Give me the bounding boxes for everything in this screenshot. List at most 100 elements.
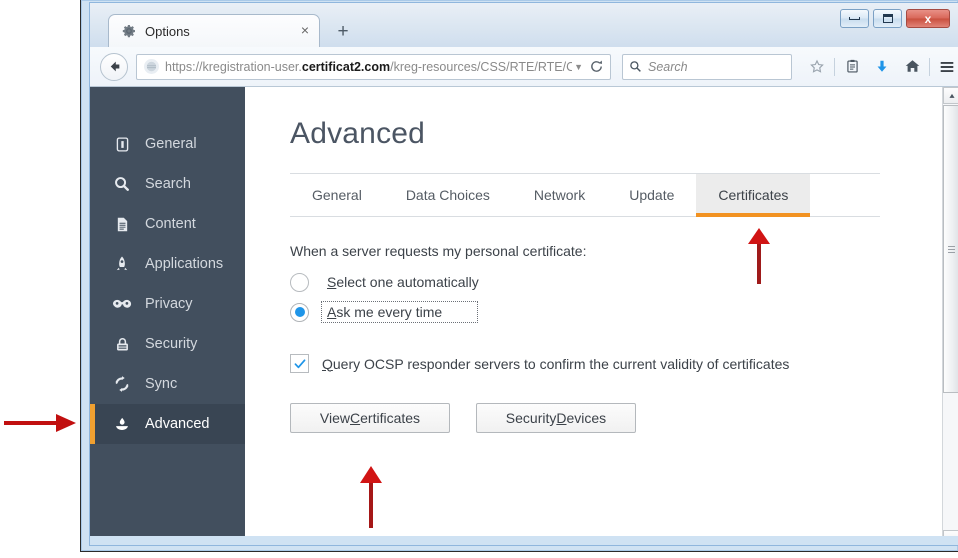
sidebar-item-label: General [145, 136, 197, 152]
window-bottom-strip [90, 536, 958, 545]
radio-label: Ask me every time [321, 301, 478, 323]
url-domain: certificat2.com [301, 59, 391, 74]
view-certificates-button[interactable]: View Certificates [290, 403, 450, 433]
browser-window: Options × + x https://kregistration-user… [80, 0, 958, 552]
button-label-post: ertificates [360, 410, 421, 426]
tab-certificates[interactable]: Certificates [696, 174, 811, 217]
security-devices-button[interactable]: Security Devices [476, 403, 636, 433]
radio-label: Select one automatically [322, 272, 484, 292]
sidebar-item-applications[interactable]: Applications [90, 244, 245, 284]
arrow-to-advanced-sidebar [4, 414, 78, 432]
url-suffix: /kreg-resources/CSS/RTE/RTE/Cer [390, 59, 573, 74]
download-icon[interactable] [867, 53, 897, 81]
minimize-button[interactable] [840, 9, 869, 28]
search-input[interactable]: Search [622, 53, 792, 80]
chevron-down-icon[interactable]: ▼ [574, 62, 583, 72]
toolbar-divider [834, 57, 835, 76]
tab-strip: Options × + x [90, 3, 958, 47]
tab-general[interactable]: General [290, 174, 384, 216]
sidebar-item-advanced[interactable]: Advanced [90, 404, 245, 444]
sidebar-item-search[interactable]: Search [90, 164, 245, 204]
privacy-mask-icon [112, 298, 132, 311]
security-lock-icon [112, 336, 132, 353]
checkbox-query-ocsp[interactable]: Query OCSP responder servers to confirm … [290, 354, 942, 373]
menu-icon[interactable] [932, 53, 958, 81]
toolbar-divider [929, 57, 930, 76]
access-key: C [350, 410, 361, 426]
button-row: View Certificates Security Devices [290, 403, 942, 433]
screenshot-root: Options × + x https://kregistration-user… [0, 0, 958, 558]
vertical-scrollbar[interactable] [942, 87, 958, 545]
tab-label: Update [629, 187, 675, 203]
globe-favicon-icon [144, 59, 159, 74]
tab-label: General [312, 187, 362, 203]
back-arrow-icon [110, 61, 119, 72]
certificates-form: When a server requests my personal certi… [290, 217, 942, 433]
button-label-pre: View [319, 410, 351, 426]
url-text: https://kregistration-user.certificat2.c… [165, 60, 572, 74]
radio-ask-me-every-time[interactable]: Ask me every time [290, 301, 942, 323]
close-icon[interactable]: × [297, 23, 313, 39]
close-window-icon: x [924, 11, 932, 26]
sidebar-item-label: Content [145, 216, 196, 232]
browser-tab-title: Options [145, 23, 190, 39]
general-icon [112, 136, 132, 153]
tab-label: Data Choices [405, 187, 490, 203]
sidebar-item-content[interactable]: Content [90, 204, 245, 244]
radio-select-one-automatically[interactable]: Select one automatically [290, 272, 942, 292]
scrollbar-thumb[interactable] [943, 105, 958, 393]
sync-icon [112, 375, 132, 393]
search-icon [112, 175, 132, 193]
back-button[interactable] [100, 52, 128, 81]
tab-label: Network [533, 187, 586, 203]
browser-window-inner: Options × + x https://kregistration-user… [89, 2, 958, 546]
search-placeholder: Search [648, 59, 688, 74]
close-window-button[interactable]: x [906, 9, 950, 28]
checkbox-control[interactable] [290, 354, 309, 373]
access-key: D [556, 410, 567, 426]
checkmark-icon [294, 358, 305, 368]
triangle-up-icon [948, 93, 955, 98]
checkbox-label: Query OCSP responder servers to confirm … [322, 356, 789, 372]
tab-data-choices[interactable]: Data Choices [384, 174, 512, 216]
checkbox-label-text: uery OCSP responder servers to confirm t… [332, 355, 790, 372]
sidebar-item-security[interactable]: Security [90, 324, 245, 364]
content-icon [112, 216, 132, 233]
tab-label: Certificates [718, 187, 789, 203]
applications-icon [112, 255, 132, 273]
tab-network[interactable]: Network [512, 174, 607, 216]
browser-tab-options[interactable]: Options × [108, 14, 320, 47]
page-title: Advanced [290, 117, 426, 150]
access-key: S [327, 274, 337, 290]
radio-label-text: elect one automatically [336, 274, 479, 290]
bookmark-star-icon[interactable] [802, 53, 832, 81]
search-icon [630, 61, 641, 72]
url-bar[interactable]: https://kregistration-user.certificat2.c… [136, 53, 611, 80]
window-controls: x [840, 9, 950, 28]
sidebar-item-general[interactable]: General [90, 124, 245, 164]
button-label-post: evices [566, 410, 607, 426]
access-key: A [327, 304, 337, 320]
sidebar-item-label: Sync [145, 376, 178, 392]
radio-label-text: sk me every time [336, 304, 443, 320]
radio-button[interactable] [290, 272, 309, 292]
home-icon[interactable] [897, 53, 927, 81]
library-icon[interactable] [837, 53, 867, 81]
scroll-up-button[interactable] [943, 87, 958, 104]
sidebar-item-label: Search [145, 176, 191, 192]
gear-icon [121, 23, 137, 39]
maximize-button[interactable] [873, 9, 902, 28]
sidebar-item-label: Security [145, 336, 198, 352]
radio-button[interactable] [290, 302, 309, 322]
new-tab-button[interactable]: + [332, 21, 354, 43]
sidebar-item-label: Privacy [145, 296, 193, 312]
sidebar-item-label: Applications [145, 256, 224, 272]
sidebar-item-privacy[interactable]: Privacy [90, 284, 245, 324]
sidebar-item-sync[interactable]: Sync [90, 364, 245, 404]
preferences-sidebar: General Search Content Applications Priv… [90, 87, 245, 545]
reload-icon[interactable] [589, 59, 605, 75]
tab-update[interactable]: Update [607, 174, 696, 216]
sidebar-item-label: Advanced [145, 416, 210, 432]
navigation-toolbar: https://kregistration-user.certificat2.c… [90, 47, 958, 87]
minimize-icon [849, 17, 860, 20]
